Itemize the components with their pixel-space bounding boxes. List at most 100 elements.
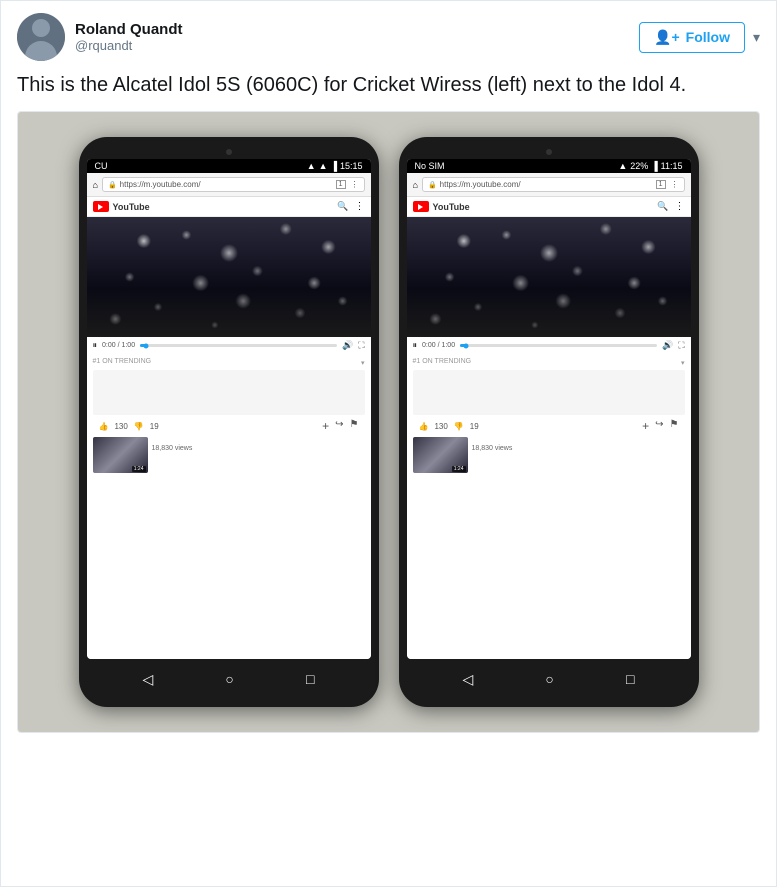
lock-icon: 🔒 [108,181,117,189]
left-trending-label: #1 ON TRENDING [93,358,152,365]
left-phone-notch [87,145,371,159]
follow-button[interactable]: 👤+ Follow [639,22,745,53]
chevron-down-icon[interactable]: ▾ [753,29,760,46]
right-video-controls: ⏸ 0:00 / 1:00 🔊 ⛶ [407,337,691,354]
home-button-left[interactable]: ○ [225,671,233,687]
right-volume-icon[interactable]: 🔊 [662,340,673,351]
right-more-icon[interactable]: ⋮ [675,201,685,212]
left-action-icons: + ↪ ⚑ [322,419,358,433]
avatar [17,13,65,61]
youtube-label: YouTube [113,202,150,212]
home-button-right[interactable]: ○ [545,671,553,687]
right-progress-bar[interactable] [460,344,657,347]
right-time: 11:15 [661,161,683,171]
right-yt-icons: 🔍 ⋮ [657,201,684,212]
tweet-text: This is the Alcatel Idol 5S (6060C) for … [17,71,760,99]
more-icon[interactable]: ⋮ [355,201,365,212]
right-dislikes: 19 [470,422,479,431]
back-button-right[interactable]: ◁ [463,671,474,688]
left-url-bar[interactable]: 🔒 https://m.youtube.com/ 1 ⋮ [102,177,365,192]
left-youtube-header: YouTube 🔍 ⋮ [87,197,371,217]
right-duration: 1:24 [452,466,466,472]
battery-icon: ▐ [331,161,337,171]
right-add-icon[interactable]: + [642,419,649,433]
back-button-left[interactable]: ◁ [143,671,154,688]
right-dropdown-icon: ▾ [681,359,685,367]
left-video-bokeh [87,217,371,337]
right-url: https://m.youtube.com/ [440,180,521,189]
share-icon[interactable]: ↪ [335,419,343,433]
flag-icon[interactable]: ⚑ [350,419,359,433]
left-engagement: 👍 130 👎 19 + ↪ ⚑ [93,417,365,435]
right-phone-notch [407,145,691,159]
right-flag-icon[interactable]: ⚑ [670,419,679,433]
right-youtube-logo-icon [413,201,429,212]
left-blank-content [93,370,365,415]
recents-button-left[interactable]: □ [306,671,314,687]
volume-icon[interactable]: 🔊 [342,340,353,351]
left-dislikes: 19 [150,422,159,431]
right-carrier: No SIM [415,161,445,171]
front-camera-right [546,149,552,155]
left-duration: 1:24 [132,466,146,472]
right-action-icons: + ↪ ⚑ [642,419,678,433]
add-icon[interactable]: + [322,419,329,433]
pause-icon[interactable]: ⏸ [93,340,98,351]
left-time-display: 0:00 / 1:00 [102,342,135,349]
left-phone-bottom: ◁ ○ □ [87,659,371,699]
right-url-bar[interactable]: 🔒 https://m.youtube.com/ 1 ⋮ [422,177,685,192]
right-pause-icon[interactable]: ⏸ [413,340,418,351]
tweet-container: Roland Quandt @rquandt 👤+ Follow ▾ This … [1,1,776,745]
right-blank-content [413,370,685,415]
right-fullscreen-icon[interactable]: ⛶ [678,340,684,351]
right-search-icon[interactable]: 🔍 [657,201,668,212]
left-status-right: ▲ ▲ ▐ 15:15 [307,161,363,171]
right-thumbdown-icon: 👎 [454,422,464,431]
phones-comparison: CU ▲ ▲ ▐ 15:15 ⌂ 🔒 https://m.yo [18,112,759,732]
search-icon[interactable]: 🔍 [337,201,348,212]
user-handle: @rquandt [75,38,183,53]
left-phone-screen: CU ▲ ▲ ▐ 15:15 ⌂ 🔒 https://m.yo [87,159,371,659]
left-video-meta: 18,830 views [152,437,365,473]
right-trending-label: #1 ON TRENDING [413,358,472,365]
wifi-icon: ▲ [319,161,328,171]
left-browser-bar: ⌂ 🔒 https://m.youtube.com/ 1 ⋮ [87,173,371,197]
right-home-icon: ⌂ [413,180,418,190]
user-name: Roland Quandt [75,21,183,38]
right-thumbup-icon: 👍 [419,422,429,431]
thumbup-icon: 👍 [99,422,109,431]
youtube-logo-icon [93,201,109,212]
signal-icon: ▲ [307,161,316,171]
home-icon: ⌂ [93,180,98,190]
right-youtube-header: YouTube 🔍 ⋮ [407,197,691,217]
right-views: 18,830 views [472,445,513,452]
right-thumbnail: 1:24 [413,437,468,473]
left-thumbnail-row: 1:24 18,830 views [93,437,365,473]
right-share-icon[interactable]: ↪ [655,419,663,433]
right-yt-logo: YouTube [413,201,470,212]
play-triangle [98,204,103,210]
right-video-area [407,217,691,337]
left-thumbnail: 1:24 [93,437,148,473]
right-likes: 130 [434,422,447,431]
recents-button-right[interactable]: □ [626,671,634,687]
right-time-display: 0:00 / 1:00 [422,342,455,349]
left-views: 18,830 views [152,445,193,452]
right-thumbnail-row: 1:24 18,830 views [413,437,685,473]
left-trending-section: #1 ON TRENDING ▾ 👍 130 👎 19 + [87,354,371,659]
left-progress-bar[interactable] [140,344,337,347]
right-battery-pct: 22% [630,161,648,171]
left-carrier: CU [95,161,108,171]
follow-area: 👤+ Follow ▾ [639,22,760,53]
left-dropdown-icon: ▾ [361,359,365,367]
thumbdown-icon: 👎 [134,422,144,431]
left-video-controls: ⏸ 0:00 / 1:00 🔊 ⛶ [87,337,371,354]
left-status-bar: CU ▲ ▲ ▐ 15:15 [87,159,371,173]
right-menu-icon: ⋮ [671,180,679,189]
right-browser-bar: ⌂ 🔒 https://m.youtube.com/ 1 ⋮ [407,173,691,197]
left-likes: 130 [114,422,127,431]
right-youtube-label: YouTube [433,202,470,212]
left-video-area: Wi♥ut♥e @rquandt [87,217,371,337]
left-yt-logo: YouTube [93,201,150,212]
fullscreen-icon[interactable]: ⛶ [358,340,364,351]
